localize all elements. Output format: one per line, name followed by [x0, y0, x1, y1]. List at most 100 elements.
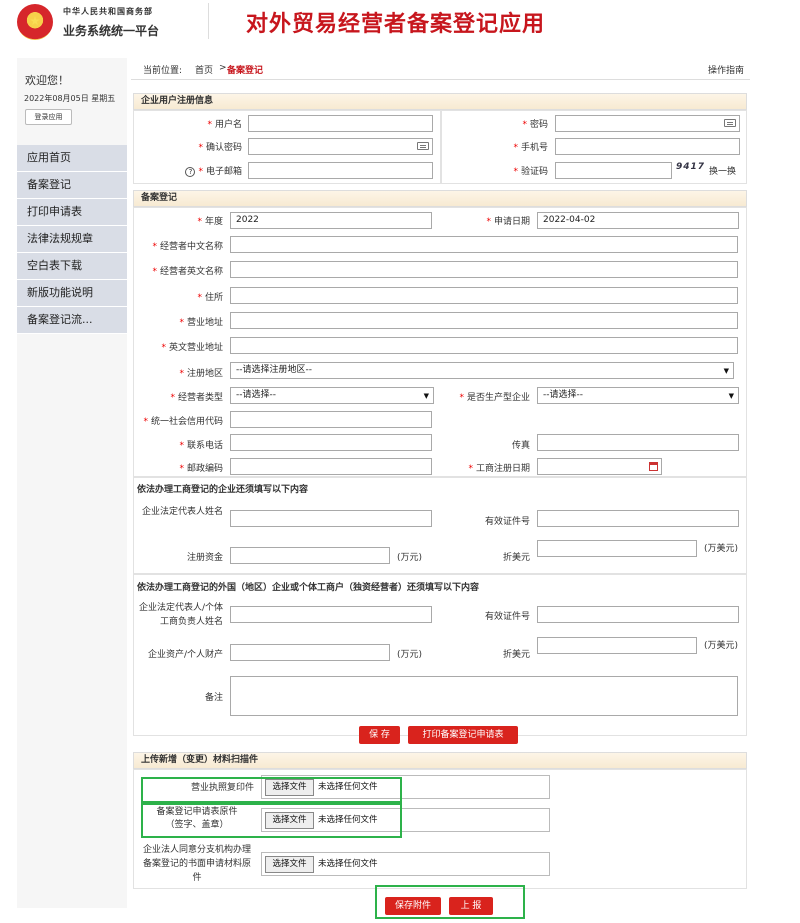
en-name-input[interactable] [230, 261, 738, 278]
cn-name-label: * 经营者中文名称 [152, 242, 223, 252]
reg-capital-unit: (万元) [397, 553, 423, 563]
keyboard-icon[interactable] [417, 142, 429, 150]
breadcrumb-separator: > [219, 63, 227, 73]
sub1-title: 依法办理工商登记的企业还须填写以下内容 [137, 485, 309, 495]
usd-input[interactable] [537, 540, 697, 557]
breadcrumb-current: 备案登记 [227, 66, 264, 76]
year-input[interactable]: 2022 [230, 212, 432, 229]
region-label: * 注册地区 [179, 369, 223, 379]
en-biz-addr-input[interactable] [230, 337, 738, 354]
operator-type-label: * 经营者类型 [170, 393, 223, 403]
sidebar-item-home[interactable]: 应用首页 [17, 145, 127, 172]
section-registration-title: 企业用户注册信息 [133, 93, 747, 110]
apply-date-input[interactable]: 2022-04-02 [537, 212, 739, 229]
reg-capital-label: 注册资金 [186, 553, 223, 563]
address-label: * 住所 [197, 293, 223, 303]
credit-code-input[interactable] [230, 411, 432, 428]
username-label: * 用户名 [207, 120, 242, 130]
cert-no-input[interactable] [537, 510, 739, 527]
no-file-text: 未选择任何文件 [318, 859, 378, 869]
header-divider [208, 3, 209, 39]
assets-input[interactable] [230, 644, 390, 661]
cn-name-input[interactable] [230, 236, 738, 253]
rep2-input[interactable] [230, 606, 432, 623]
sidebar-item-process[interactable]: 备案登记流... [17, 307, 127, 334]
welcome-text: 欢迎您！ [25, 74, 69, 87]
captcha-image[interactable]: 9417 [676, 162, 705, 172]
reg-capital-input[interactable] [230, 547, 390, 564]
confirm-password-label: * 确认密码 [198, 143, 242, 153]
region-select[interactable]: --请选择注册地区-- [230, 362, 734, 379]
remark-label: 备注 [204, 693, 223, 703]
mobile-label: * 手机号 [513, 143, 548, 153]
phone-label: * 联系电话 [179, 441, 223, 451]
sub2-title: 依法办理工商登记的外国（地区）企业或个体工商户（独资经营者）还须填写以下内容 [137, 583, 480, 593]
national-emblem-icon [17, 4, 53, 40]
phone-input[interactable] [230, 434, 432, 451]
usd2-unit: (万美元) [704, 641, 739, 651]
assets-unit: (万元) [397, 650, 423, 660]
fax-label: 传真 [511, 441, 530, 451]
keyboard-icon[interactable] [724, 119, 736, 127]
production-select[interactable]: --请选择-- [537, 387, 739, 404]
header: 中华人民共和国商务部 业务系统统一平台 对外贸易经营者备案登记应用 [0, 0, 800, 44]
section-upload-title: 上传新增（变更）材料扫描件 [133, 752, 747, 769]
login-app-button[interactable]: 登录应用 [25, 109, 72, 125]
en-name-label: * 经营者英文名称 [152, 267, 223, 277]
highlight-box-actions [375, 885, 525, 919]
legal-rep-input[interactable] [230, 510, 432, 527]
calendar-icon[interactable] [649, 462, 658, 471]
save-button[interactable]: 保 存 [359, 726, 400, 744]
biz-addr-input[interactable] [230, 312, 738, 329]
mobile-input[interactable] [555, 138, 740, 155]
sidebar: 欢迎您！ 2022年08月05日 星期五 登录应用 应用首页 备案登记 打印申请… [17, 58, 127, 908]
password-label: * 密码 [522, 120, 548, 130]
captcha-label: * 验证码 [513, 167, 548, 177]
usd2-input[interactable] [537, 637, 697, 654]
upload-branch-consent-field: 选择文件 未选择任何文件 [261, 852, 550, 876]
fax-input[interactable] [537, 434, 739, 451]
sidebar-item-laws[interactable]: 法律法规规章 [17, 226, 127, 253]
cert-no-label: 有效证件号 [484, 517, 530, 527]
captcha-input[interactable] [555, 162, 672, 179]
cert2-label: 有效证件号 [484, 612, 530, 622]
usd-label: 折美元 [502, 553, 530, 563]
address-input[interactable] [230, 287, 738, 304]
sidebar-item-new-features[interactable]: 新版功能说明 [17, 280, 127, 307]
postcode-input[interactable] [230, 458, 432, 475]
operator-type-select[interactable]: --请选择-- [230, 387, 434, 404]
year-label: * 年度 [197, 217, 223, 227]
remark-textarea[interactable] [230, 676, 738, 716]
apply-date-label: * 申请日期 [486, 217, 530, 227]
ic-date-input[interactable] [537, 458, 662, 475]
section-filing-title: 备案登记 [133, 190, 747, 207]
email-input[interactable] [248, 162, 433, 179]
sidebar-item-filing[interactable]: 备案登记 [17, 172, 127, 199]
captcha-refresh-link[interactable]: 换一换 [709, 164, 736, 177]
credit-code-label: * 统一社会信用代码 [143, 417, 223, 427]
sidebar-item-blank-forms[interactable]: 空白表下载 [17, 253, 127, 280]
help-icon[interactable]: ? [185, 167, 196, 177]
breadcrumb-home-link[interactable]: 首页 [195, 63, 213, 76]
app-title: 对外贸易经营者备案登记应用 [246, 12, 546, 37]
legal-rep-label: 企业法定代表人姓名 [141, 507, 223, 517]
upload-branch-consent-label: 企业法人同意分支机构办理备案登记的书面申请材料原件 [142, 845, 251, 883]
confirm-password-input[interactable] [248, 138, 433, 155]
choose-file-button[interactable]: 选择文件 [265, 856, 314, 873]
breadcrumb-prefix: 当前位置: [143, 66, 183, 76]
breadcrumb: 当前位置: 首页 > 备案登记 操作指南 [131, 58, 750, 80]
biz-addr-label: * 营业地址 [179, 318, 223, 328]
org-name: 中华人民共和国商务部 [63, 7, 153, 16]
password-input[interactable] [555, 115, 740, 132]
cert2-input[interactable] [537, 606, 739, 623]
platform-name: 业务系统统一平台 [63, 24, 160, 38]
highlight-box-application [141, 803, 402, 838]
highlight-box-license [141, 777, 402, 803]
username-input[interactable] [248, 115, 433, 132]
email-label: ? * 电子邮箱 [133, 164, 242, 177]
sidebar-item-print[interactable]: 打印申请表 [17, 199, 127, 226]
usd2-label: 折美元 [502, 650, 530, 660]
guide-link[interactable]: 操作指南 [708, 63, 744, 76]
current-date: 2022年08月05日 星期五 [24, 94, 116, 103]
print-application-button[interactable]: 打印备案登记申请表 [408, 726, 518, 744]
